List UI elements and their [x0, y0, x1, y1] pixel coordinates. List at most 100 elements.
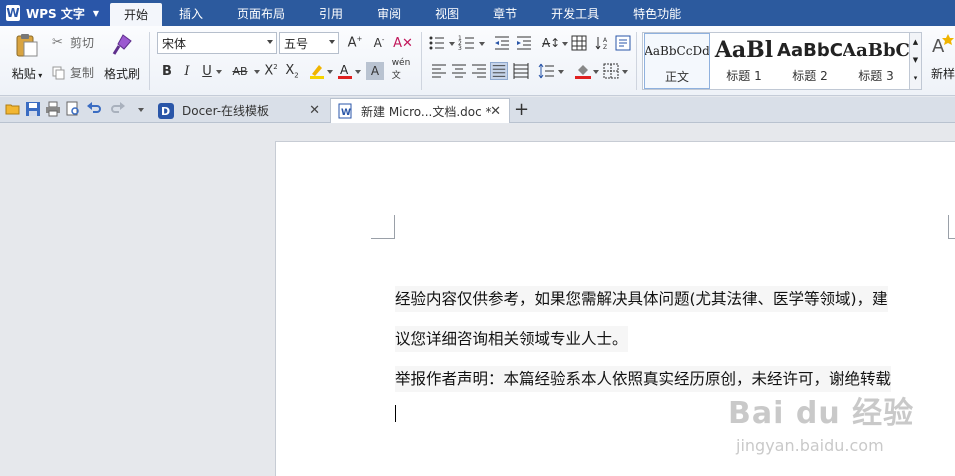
new-tab-button[interactable]: + [514, 99, 529, 120]
chevron-down-icon[interactable] [479, 42, 485, 46]
close-icon[interactable]: ✕ [309, 103, 320, 118]
subscript-button[interactable]: X2 [283, 62, 301, 80]
chevron-down-icon[interactable] [449, 42, 455, 46]
chevron-up-icon[interactable]: ▲ [910, 33, 921, 51]
tab-insert[interactable]: 插入 [162, 0, 220, 26]
clear-format-button[interactable]: A✕ [393, 34, 413, 52]
format-painter-label: 格式刷 [103, 67, 140, 81]
format-painter-button[interactable]: 格式刷 [102, 32, 142, 82]
tab-view[interactable]: 视图 [418, 0, 476, 26]
character-shading-button[interactable]: A [366, 62, 384, 80]
italic-button[interactable]: I [178, 62, 196, 80]
ribbon-divider [636, 32, 637, 90]
decrease-indent-icon[interactable] [493, 34, 511, 52]
highlight-button[interactable] [308, 62, 326, 80]
chevron-down-icon[interactable] [558, 70, 564, 74]
new-style-button[interactable]: A 新样 [928, 32, 955, 82]
chevron-down-icon[interactable] [622, 70, 628, 74]
doc-tab-current[interactable]: W 新建 Micro...文档.doc * ✕ [330, 98, 510, 123]
style-label: 标题 1 [726, 69, 762, 83]
chevron-down-icon [267, 40, 273, 44]
distributed-align-icon[interactable] [512, 62, 530, 80]
style-gallery: AaBbCcDd 正文 AaBl 标题 1 AaBbC 标题 2 AaBbC 标… [642, 32, 910, 90]
bold-icon: B [162, 63, 172, 79]
style-label: 标题 3 [858, 69, 894, 83]
chevron-down-icon[interactable] [593, 70, 599, 74]
highlighter-icon [310, 65, 324, 79]
doc-tab-docer[interactable]: D Docer-在线模板 ✕ [152, 98, 328, 123]
grow-font-button[interactable]: A+ [346, 34, 364, 52]
chevron-down-icon[interactable] [562, 42, 568, 46]
style-heading-2[interactable]: AaBbC 标题 2 [777, 33, 843, 89]
style-gallery-scroll[interactable]: ▲ ▼ ▾ [910, 32, 922, 90]
shrink-font-button[interactable]: A- [370, 34, 388, 52]
superscript-button[interactable]: X2 [262, 62, 280, 80]
document-line[interactable]: 经验内容仅供参考，如果您需解决具体问题(尤其法律、医学等领域)，建 [395, 286, 888, 312]
print-icon[interactable] [45, 101, 61, 117]
increase-indent-icon[interactable] [515, 34, 533, 52]
paste-label: 粘贴 [11, 67, 36, 81]
style-normal[interactable]: AaBbCcDd 正文 [644, 33, 710, 89]
print-preview-icon[interactable] [65, 101, 81, 117]
style-sample: AaBbCcDd [645, 44, 709, 58]
align-left-icon[interactable] [430, 62, 448, 80]
doc-tab-label: 新建 Micro...文档.doc * [361, 104, 492, 119]
font-size-select[interactable]: 五号 [279, 32, 339, 54]
text-direction-button[interactable]: A̶↕ [540, 34, 562, 52]
line-spacing-icon[interactable] [538, 62, 556, 80]
cut-button[interactable]: ✂ 剪切 [52, 34, 94, 51]
customize-toolbar-icon[interactable] [138, 108, 144, 112]
ribbon-divider [421, 32, 422, 90]
justify-icon[interactable] [490, 62, 508, 80]
strikethrough-button[interactable]: AB [226, 62, 254, 80]
save-icon[interactable] [25, 101, 41, 117]
tab-developer[interactable]: 开发工具 [534, 0, 616, 26]
underline-button[interactable]: U [198, 62, 216, 80]
app-menu-button[interactable]: W WPS 文字 ▼ [0, 0, 110, 26]
margin-crop-mark [371, 215, 395, 239]
bold-button[interactable]: B [158, 62, 176, 80]
sort-icon[interactable]: AZ [594, 34, 612, 52]
font-name-select[interactable]: 宋体 [157, 32, 277, 54]
chevron-down-icon[interactable] [327, 70, 333, 74]
paragraph-shading-icon[interactable] [574, 62, 592, 80]
open-folder-icon[interactable] [5, 101, 21, 117]
chevron-down-icon[interactable] [355, 70, 361, 74]
more-styles-icon[interactable]: ▾ [910, 69, 921, 87]
tab-special-features[interactable]: 特色功能 [616, 0, 698, 26]
tab-home[interactable]: 开始 [110, 3, 163, 26]
font-color-button[interactable]: A [336, 62, 354, 80]
show-marks-icon[interactable] [614, 34, 632, 52]
shrink-font-icon: A- [373, 36, 385, 50]
font-color-icon: A [338, 63, 352, 79]
redo-icon[interactable] [110, 101, 126, 117]
align-right-icon[interactable] [470, 62, 488, 80]
chevron-down-icon[interactable] [216, 70, 222, 74]
style-sample: AaBbC [843, 39, 909, 61]
tab-page-layout[interactable]: 页面布局 [220, 0, 302, 26]
close-icon[interactable]: ✕ [490, 104, 501, 119]
undo-icon[interactable] [86, 101, 102, 117]
font-size-value: 五号 [284, 36, 309, 51]
tab-review[interactable]: 审阅 [360, 0, 418, 26]
numbered-list-icon[interactable]: 123 [458, 34, 476, 52]
borders-icon[interactable] [602, 62, 620, 80]
document-line[interactable]: 议您详细咨询相关领域专业人士。 [395, 326, 628, 352]
tab-section[interactable]: 章节 [476, 0, 534, 26]
superscript-icon: X2 [264, 63, 278, 79]
copy-button[interactable]: 复制 [52, 64, 94, 81]
chevron-down-icon[interactable]: ▼ [910, 51, 921, 69]
align-center-icon[interactable] [450, 62, 468, 80]
svg-text:3: 3 [458, 45, 462, 52]
style-heading-1[interactable]: AaBl 标题 1 [711, 33, 777, 89]
phonetic-guide-button[interactable]: wén 文 [388, 58, 414, 81]
format-painter-icon [112, 34, 132, 55]
chevron-down-icon[interactable] [254, 70, 260, 74]
svg-text:Z: Z [603, 44, 607, 51]
table-icon[interactable] [570, 34, 588, 52]
bullet-list-icon[interactable] [428, 34, 446, 52]
character-shading-icon: A [370, 64, 380, 78]
tab-references[interactable]: 引用 [302, 0, 360, 26]
paste-button[interactable]: 粘贴 ▾ [8, 32, 46, 82]
style-heading-3[interactable]: AaBbC 标题 3 [843, 33, 909, 89]
